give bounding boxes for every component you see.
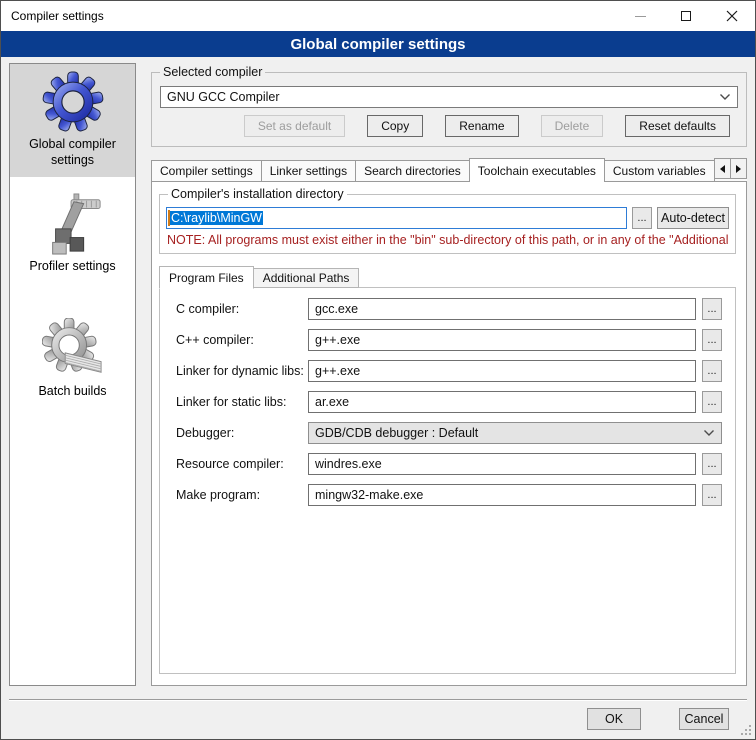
tab-compiler-settings[interactable]: Compiler settings: [151, 160, 262, 182]
cancel-button[interactable]: Cancel: [679, 708, 729, 730]
cpp-compiler-input[interactable]: [308, 329, 696, 351]
ok-button[interactable]: OK: [587, 708, 641, 730]
close-icon: [726, 10, 738, 22]
program-files-panel: C compiler: ... C++ compiler: ... Linker…: [159, 287, 736, 674]
settings-category-list: Global compiler settings Profiler settin…: [9, 63, 136, 686]
static-linker-input[interactable]: [308, 391, 696, 413]
cpp-compiler-browse-button[interactable]: ...: [702, 329, 722, 351]
main-panel: Selected compiler GNU GCC Compiler Set a…: [151, 63, 747, 686]
make-program-row: Make program: ...: [176, 484, 722, 506]
tab-additional-paths[interactable]: Additional Paths: [254, 268, 360, 288]
tab-linker-settings[interactable]: Linker settings: [262, 160, 356, 182]
installation-directory-group-label: Compiler's installation directory: [168, 187, 347, 201]
title-bar: Compiler settings: [1, 1, 755, 31]
maximize-button[interactable]: [663, 1, 709, 31]
make-program-input[interactable]: [308, 484, 696, 506]
debugger-select-value: GDB/CDB debugger : Default: [315, 426, 478, 440]
maximize-icon: [681, 11, 691, 21]
sidebar-item-profiler-settings[interactable]: Profiler settings: [10, 186, 135, 284]
resize-grip[interactable]: [741, 725, 752, 736]
footer-buttons: OK Cancel: [587, 708, 729, 730]
settings-tabstrip: Compiler settings Linker settings Search…: [151, 157, 747, 182]
cpp-compiler-label: C++ compiler:: [176, 333, 308, 347]
chevron-down-icon: [703, 429, 715, 437]
debugger-row: Debugger: GDB/CDB debugger : Default: [176, 422, 722, 444]
sidebar-item-label: Profiler settings: [29, 259, 115, 275]
installation-directory-browse-button[interactable]: ...: [632, 207, 652, 229]
c-compiler-input[interactable]: [308, 298, 696, 320]
rename-button[interactable]: Rename: [445, 115, 518, 137]
resource-compiler-input[interactable]: [308, 453, 696, 475]
tab-toolchain-executables[interactable]: Toolchain executables: [469, 158, 605, 182]
static-linker-label: Linker for static libs:: [176, 395, 308, 409]
compiler-select-value: GNU GCC Compiler: [167, 90, 280, 104]
set-as-default-button[interactable]: Set as default: [244, 115, 345, 137]
caliper-icon: [42, 193, 104, 255]
resource-compiler-label: Resource compiler:: [176, 457, 308, 471]
window-controls: [617, 1, 755, 31]
cpp-compiler-row: C++ compiler: ...: [176, 329, 722, 351]
tab-scroll-left-button[interactable]: [714, 158, 731, 179]
gray-gear-stack-icon: [42, 318, 104, 380]
resource-compiler-browse-button[interactable]: ...: [702, 453, 722, 475]
installation-directory-group: Compiler's installation directory C:\ray…: [159, 194, 736, 254]
arrow-left-icon: [720, 165, 725, 173]
toolchain-executables-page: Compiler's installation directory C:\ray…: [151, 181, 747, 686]
c-compiler-row: C compiler: ...: [176, 298, 722, 320]
bin-subdirectory-note: NOTE: All programs must exist either in …: [167, 233, 728, 247]
compiler-select[interactable]: GNU GCC Compiler: [160, 86, 738, 108]
banner-title: Global compiler settings: [1, 31, 755, 57]
tab-scroll-right-button[interactable]: [730, 158, 747, 179]
resource-compiler-row: Resource compiler: ...: [176, 453, 722, 475]
blue-gear-icon: [42, 71, 104, 133]
selected-compiler-group: Selected compiler GNU GCC Compiler Set a…: [151, 72, 747, 147]
tab-custom-variables[interactable]: Custom variables: [605, 160, 715, 182]
dynamic-linker-browse-button[interactable]: ...: [702, 360, 722, 382]
selected-compiler-group-label: Selected compiler: [160, 65, 265, 79]
make-program-browse-button[interactable]: ...: [702, 484, 722, 506]
window-title: Compiler settings: [1, 9, 104, 23]
chevron-down-icon: [719, 93, 731, 101]
dynamic-linker-row: Linker for dynamic libs: ...: [176, 360, 722, 382]
tab-program-files[interactable]: Program Files: [159, 266, 254, 289]
footer-separator: [9, 699, 747, 701]
arrow-right-icon: [736, 165, 741, 173]
program-files-tabstrip: Program Files Additional Paths: [159, 265, 736, 288]
minimize-icon: [635, 16, 646, 17]
dynamic-linker-input[interactable]: [308, 360, 696, 382]
auto-detect-button[interactable]: Auto-detect: [657, 207, 729, 229]
installation-directory-row: C:\raylib\MinGW ... Auto-detect: [166, 207, 729, 229]
sidebar-item-label: Batch builds: [38, 384, 106, 400]
tab-search-directories[interactable]: Search directories: [356, 160, 470, 182]
make-program-label: Make program:: [176, 488, 308, 502]
c-compiler-label: C compiler:: [176, 302, 308, 316]
static-linker-row: Linker for static libs: ...: [176, 391, 722, 413]
compiler-settings-window: Compiler settings Global compiler settin…: [0, 0, 756, 740]
compiler-actions: Set as default Copy Rename Delete Reset …: [160, 115, 738, 137]
c-compiler-browse-button[interactable]: ...: [702, 298, 722, 320]
installation-directory-value: C:\raylib\MinGW: [170, 211, 263, 225]
minimize-button[interactable]: [617, 1, 663, 31]
dialog-body: Global compiler settings Profiler settin…: [9, 63, 747, 686]
static-linker-browse-button[interactable]: ...: [702, 391, 722, 413]
debugger-select[interactable]: GDB/CDB debugger : Default: [308, 422, 722, 444]
sidebar-item-global-compiler-settings[interactable]: Global compiler settings: [10, 64, 135, 177]
delete-button[interactable]: Delete: [541, 115, 604, 137]
installation-directory-input[interactable]: C:\raylib\MinGW: [166, 207, 627, 229]
reset-defaults-button[interactable]: Reset defaults: [625, 115, 730, 137]
copy-button[interactable]: Copy: [367, 115, 423, 137]
debugger-label: Debugger:: [176, 426, 308, 440]
sidebar-item-batch-builds[interactable]: Batch builds: [10, 311, 135, 409]
tab-scroll-arrows: [714, 158, 747, 179]
dynamic-linker-label: Linker for dynamic libs:: [176, 364, 308, 378]
close-button[interactable]: [709, 1, 755, 31]
sidebar-item-label: Global compiler settings: [12, 137, 133, 168]
